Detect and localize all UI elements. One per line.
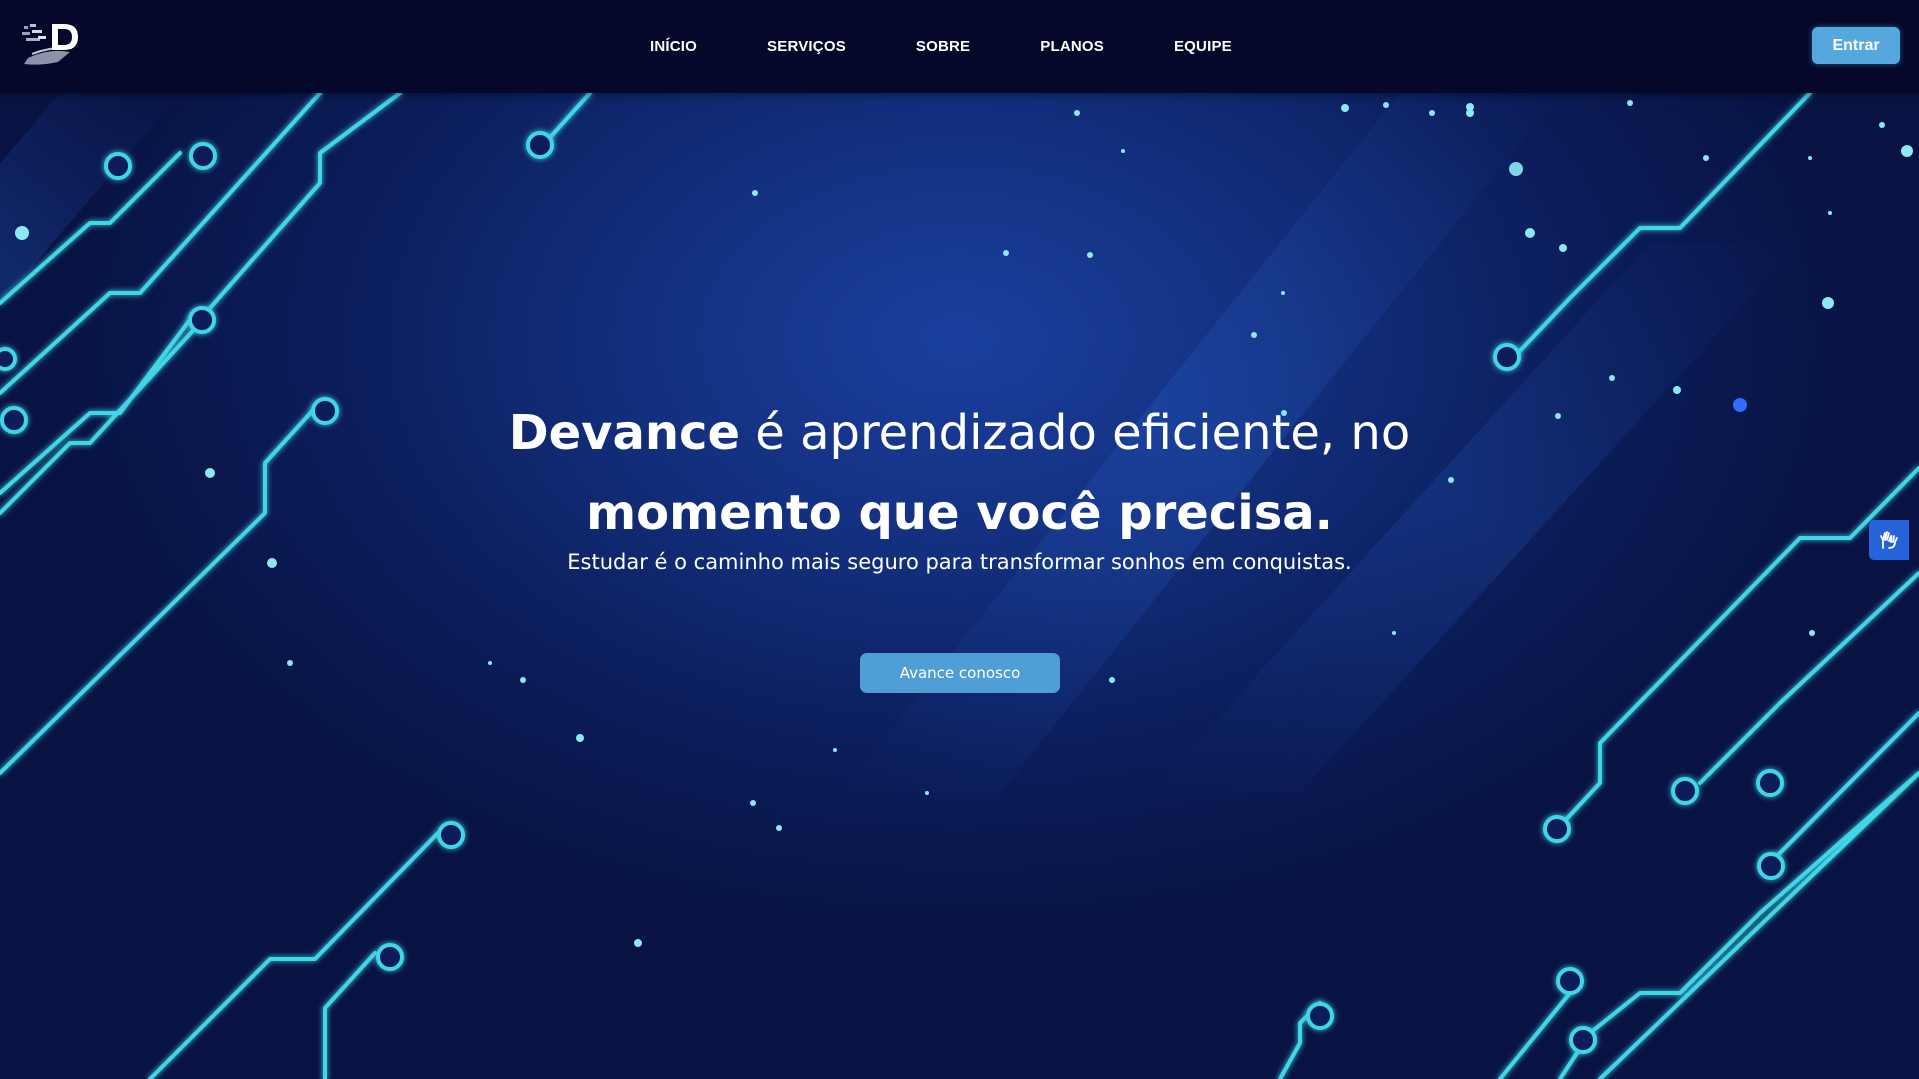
nav-link-planos[interactable]: PLANOS bbox=[1040, 38, 1104, 55]
login-button[interactable]: Entrar bbox=[1812, 27, 1900, 64]
landing-page: INÍCIO SERVIÇOS SOBRE PLANOS EQUIPE Entr… bbox=[0, 0, 1919, 1079]
nav-link-inicio[interactable]: INÍCIO bbox=[650, 38, 697, 55]
devance-logo[interactable] bbox=[18, 18, 88, 68]
sign-language-hands-icon bbox=[1880, 531, 1898, 549]
headline-text: é aprendizado eficiente, no bbox=[740, 405, 1411, 461]
accessibility-button[interactable] bbox=[1869, 520, 1909, 560]
top-navbar: INÍCIO SERVIÇOS SOBRE PLANOS EQUIPE Entr… bbox=[0, 0, 1919, 93]
cta-button[interactable]: Avance conosco bbox=[860, 653, 1060, 693]
hero-subtitle: Estudar é o caminho mais seguro para tra… bbox=[567, 550, 1352, 574]
hero-section: Devance é aprendizado eficiente, no mome… bbox=[0, 93, 1919, 1079]
circuit-background bbox=[0, 93, 1919, 1079]
hero-headline: Devance é aprendizado eficiente, no mome… bbox=[0, 393, 1919, 553]
nav-link-sobre[interactable]: SOBRE bbox=[916, 38, 970, 55]
headline-brand: Devance bbox=[508, 405, 741, 461]
nav-link-equipe[interactable]: EQUIPE bbox=[1174, 38, 1232, 55]
main-nav: INÍCIO SERVIÇOS SOBRE PLANOS EQUIPE bbox=[650, 0, 1232, 93]
headline-line-2: momento que você precisa. bbox=[586, 485, 1333, 541]
nav-link-servicos[interactable]: SERVIÇOS bbox=[767, 38, 846, 55]
